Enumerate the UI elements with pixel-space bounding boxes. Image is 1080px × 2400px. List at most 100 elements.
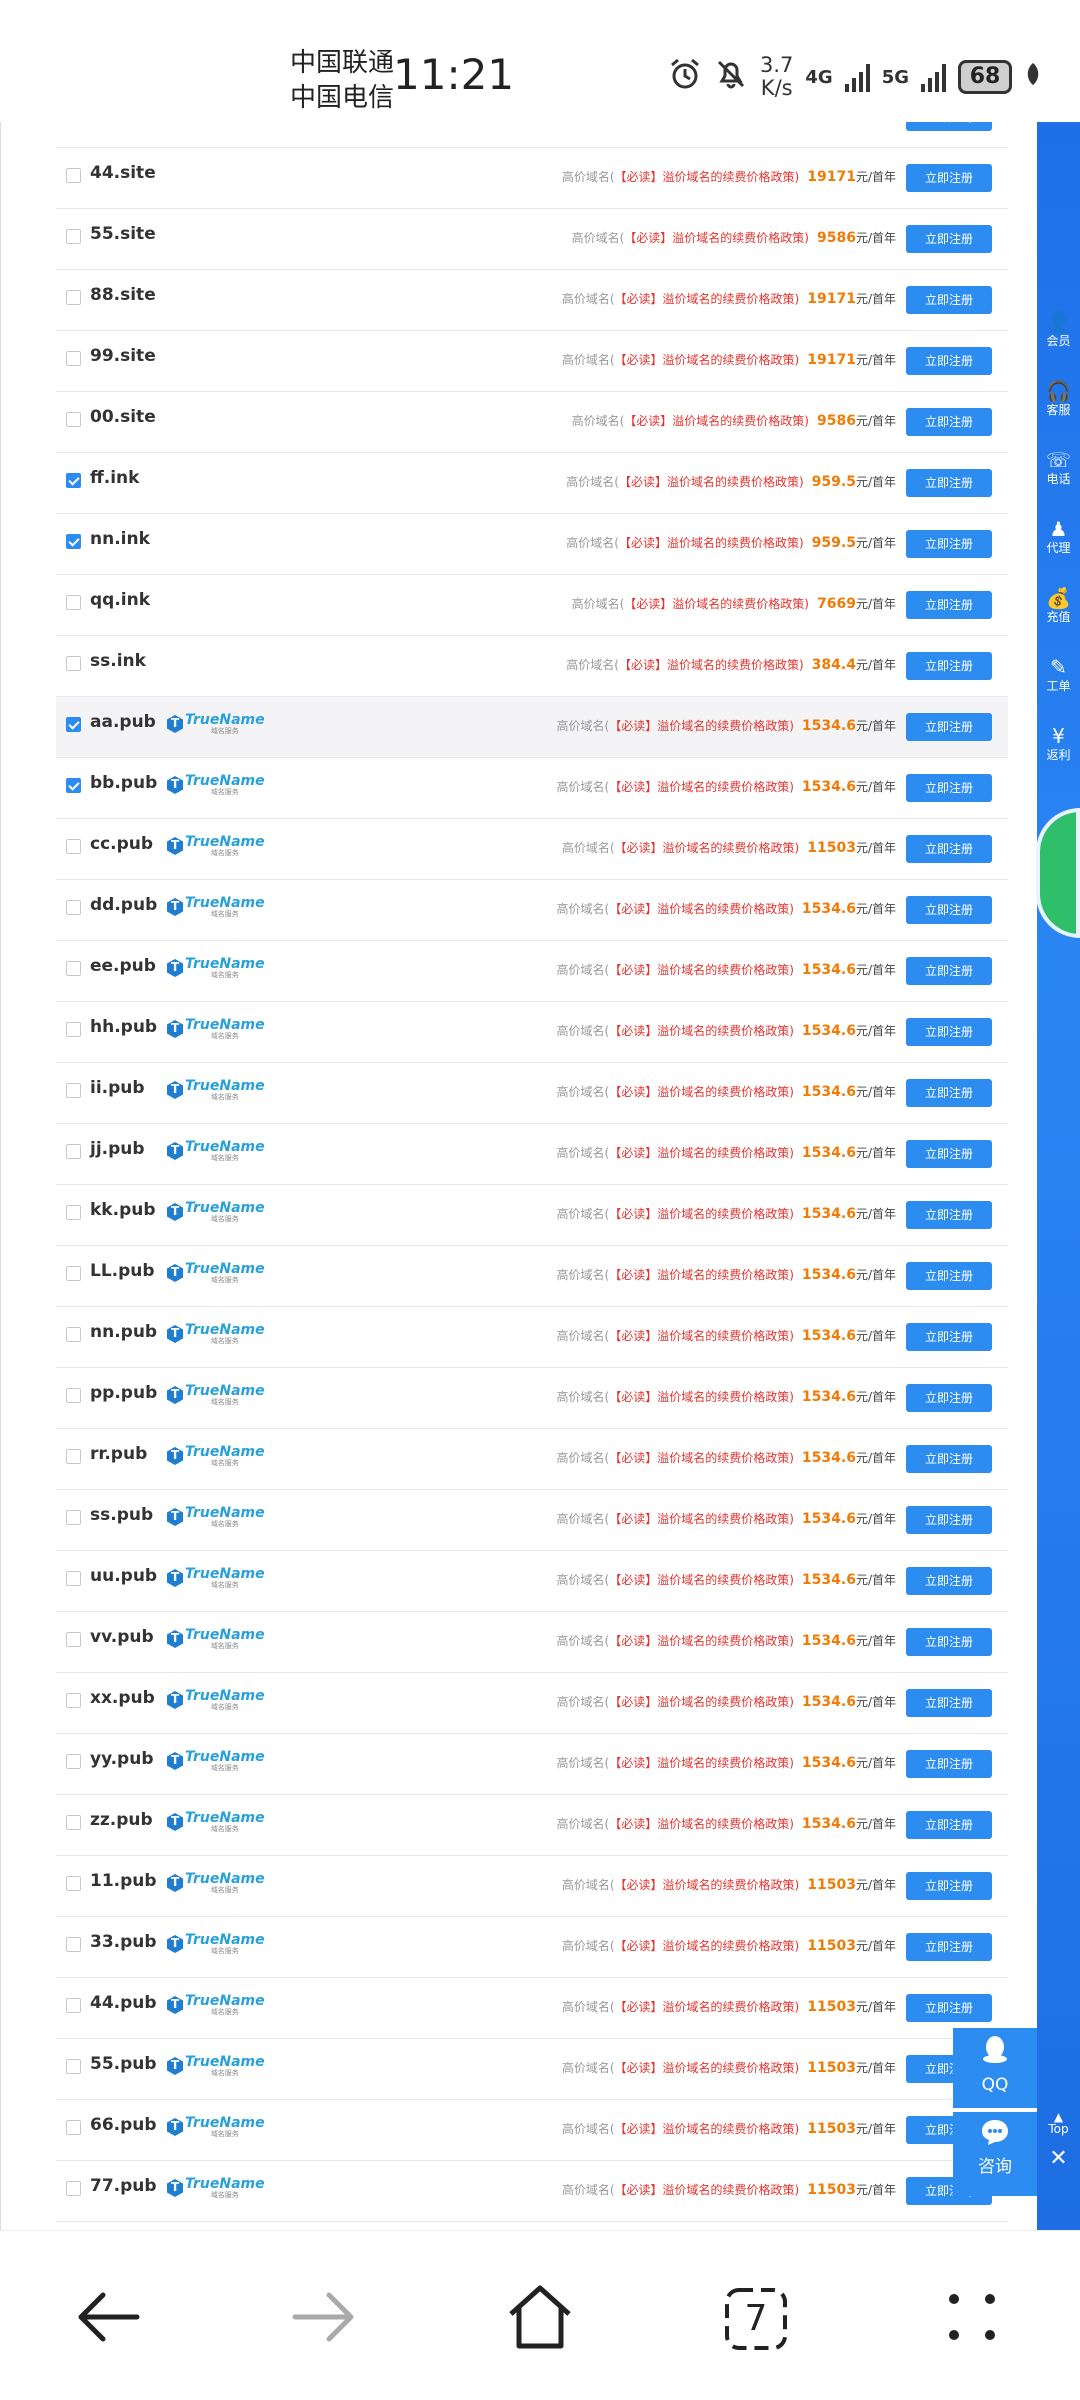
domain-checkbox[interactable] [66,656,81,671]
register-button[interactable]: 立即注册 [906,1750,992,1778]
domain-checkbox[interactable] [66,1510,81,1525]
domain-checkbox[interactable] [66,778,81,793]
domain-checkbox[interactable] [66,717,81,732]
domain-checkbox[interactable] [66,290,81,305]
register-button[interactable]: 立即注册 [906,1872,992,1900]
register-button[interactable]: 立即注册 [906,896,992,924]
domain-name[interactable]: 44.site [90,163,156,183]
renewal-policy-link[interactable]: 【必读】溢价域名的续费价格政策) [609,1632,794,1649]
register-button[interactable]: 立即注册 [906,652,992,680]
register-button[interactable]: 立即注册 [906,1567,992,1595]
register-button[interactable]: 立即注册 [906,1079,992,1107]
domain-checkbox[interactable] [66,1571,81,1586]
renewal-policy-link[interactable]: 【必读】溢价域名的续费价格政策) [609,1266,794,1283]
domain-checkbox[interactable] [66,1876,81,1891]
domain-name[interactable]: cc.pub [90,834,153,854]
renewal-policy-link[interactable]: 【必读】溢价域名的续费价格政策) [609,1510,794,1527]
register-button[interactable]: 立即注册 [906,164,992,192]
renewal-policy-link[interactable]: 【必读】溢价域名的续费价格政策) [619,473,804,490]
register-button[interactable]: 立即注册 [906,469,992,497]
register-button[interactable]: 立即注册 [906,1262,992,1290]
domain-name[interactable]: xx.pub [90,1688,155,1708]
back-to-top-button[interactable]: ▲ Top [1037,2111,1080,2136]
domain-name[interactable]: uu.pub [90,1566,157,1586]
domain-name[interactable]: bb.pub [90,773,157,793]
renewal-policy-link[interactable]: 【必读】溢价域名的续费价格政策) [615,168,800,185]
rail-item-rebate[interactable]: ¥ 返利 [1037,724,1080,762]
home-button[interactable] [500,2279,580,2359]
renewal-policy-link[interactable]: 【必读】溢价域名的续费价格政策) [609,1449,794,1466]
renewal-policy-link[interactable]: 【必读】溢价域名的续费价格政策) [609,1693,794,1710]
rail-item-ticket[interactable]: ✎ 工单 [1037,655,1080,693]
domain-name[interactable]: nn.ink [90,529,150,549]
renewal-policy-link[interactable]: 【必读】溢价域名的续费价格政策) [609,1083,794,1100]
domain-name[interactable]: aa.pub [90,712,156,732]
renewal-policy-link[interactable]: 【必读】溢价域名的续费价格政策) [615,1998,800,2015]
renewal-policy-link[interactable]: 【必读】溢价域名的续费价格政策) [615,2059,800,2076]
domain-name[interactable]: ff.ink [90,468,139,488]
renewal-policy-link[interactable]: 【必读】溢价域名的续费价格政策) [615,2181,800,2198]
renewal-policy-link[interactable]: 【必读】溢价域名的续费价格政策) [609,1571,794,1588]
register-button[interactable]: 立即注册 [906,1506,992,1534]
rail-item-user[interactable]: 👤 会员 [1037,310,1080,348]
register-button[interactable]: 立即注册 [906,1628,992,1656]
domain-checkbox[interactable] [66,1998,81,2013]
renewal-policy-link[interactable]: 【必读】溢价域名的续费价格政策) [609,1754,794,1771]
domain-checkbox[interactable] [66,900,81,915]
renewal-policy-link[interactable]: 【必读】溢价域名的续费价格政策) [615,839,800,856]
domain-name[interactable]: 66.pub [90,2115,157,2135]
register-button[interactable]: 立即注册 [906,1933,992,1961]
domain-name[interactable]: 00.site [90,407,156,427]
back-button[interactable] [68,2279,148,2359]
domain-checkbox[interactable] [66,595,81,610]
domain-checkbox[interactable] [66,229,81,244]
register-button[interactable]: 立即注册 [906,1384,992,1412]
forward-button[interactable] [284,2279,364,2359]
renewal-policy-link[interactable]: 【必读】溢价域名的续费价格政策) [609,1144,794,1161]
domain-checkbox[interactable] [66,2120,81,2135]
renewal-policy-link[interactable]: 【必读】溢价域名的续费价格政策) [609,717,794,734]
domain-name[interactable]: ss.pub [90,1505,153,1525]
renewal-policy-link[interactable]: 【必读】溢价域名的续费价格政策) [615,351,800,368]
renewal-policy-link[interactable]: 【必读】溢价域名的续费价格政策) [624,595,809,612]
domain-checkbox[interactable] [66,961,81,976]
register-button[interactable]: 立即注册 [906,347,992,375]
domain-name[interactable]: rr.pub [90,1444,147,1464]
consult-button[interactable]: 咨询 [953,2112,1037,2196]
register-button[interactable]: 立即注册 [906,225,992,253]
domain-checkbox[interactable] [66,1388,81,1403]
domain-name[interactable]: 88.site [90,285,156,305]
register-button[interactable]: 立即注册 [906,713,992,741]
renewal-policy-link[interactable]: 【必读】溢价域名的续费价格政策) [609,1022,794,1039]
register-button[interactable]: 立即注册 [906,1994,992,2022]
domain-name[interactable]: 33.pub [90,1932,157,1952]
domain-checkbox[interactable] [66,1144,81,1159]
domain-name[interactable]: ii.pub [90,1078,145,1098]
renewal-policy-link[interactable]: 【必读】溢价域名的续费价格政策) [615,122,800,124]
register-button[interactable]: 立即注册 [906,1018,992,1046]
domain-checkbox[interactable] [66,1754,81,1769]
renewal-policy-link[interactable]: 【必读】溢价域名的续费价格政策) [609,1388,794,1405]
renewal-policy-link[interactable]: 【必读】溢价域名的续费价格政策) [609,778,794,795]
domain-checkbox[interactable] [66,2181,81,2196]
domain-checkbox[interactable] [66,1266,81,1281]
renewal-policy-link[interactable]: 【必读】溢价域名的续费价格政策) [609,1327,794,1344]
domain-checkbox[interactable] [66,168,81,183]
register-button[interactable]: 立即注册 [906,286,992,314]
domain-name[interactable]: 11.pub [90,1871,157,1891]
register-button[interactable]: 立即注册 [906,1323,992,1351]
tabs-button[interactable]: 7 [716,2279,796,2359]
domain-checkbox[interactable] [66,412,81,427]
register-button[interactable]: 立即注册 [906,122,992,131]
register-button[interactable]: 立即注册 [906,408,992,436]
rail-item-money-bag[interactable]: 💰 充值 [1037,586,1080,624]
domain-name[interactable]: kk.pub [90,1200,156,1220]
domain-checkbox[interactable] [66,1083,81,1098]
domain-name[interactable]: hh.pub [90,1017,157,1037]
renewal-policy-link[interactable]: 【必读】溢价域名的续费价格政策) [609,1815,794,1832]
domain-checkbox[interactable] [66,1205,81,1220]
domain-name[interactable]: ee.pub [90,956,156,976]
domain-name[interactable]: 77.pub [90,2176,157,2196]
domain-name[interactable]: jj.pub [90,1139,145,1159]
domain-name[interactable]: yy.pub [90,1749,154,1769]
